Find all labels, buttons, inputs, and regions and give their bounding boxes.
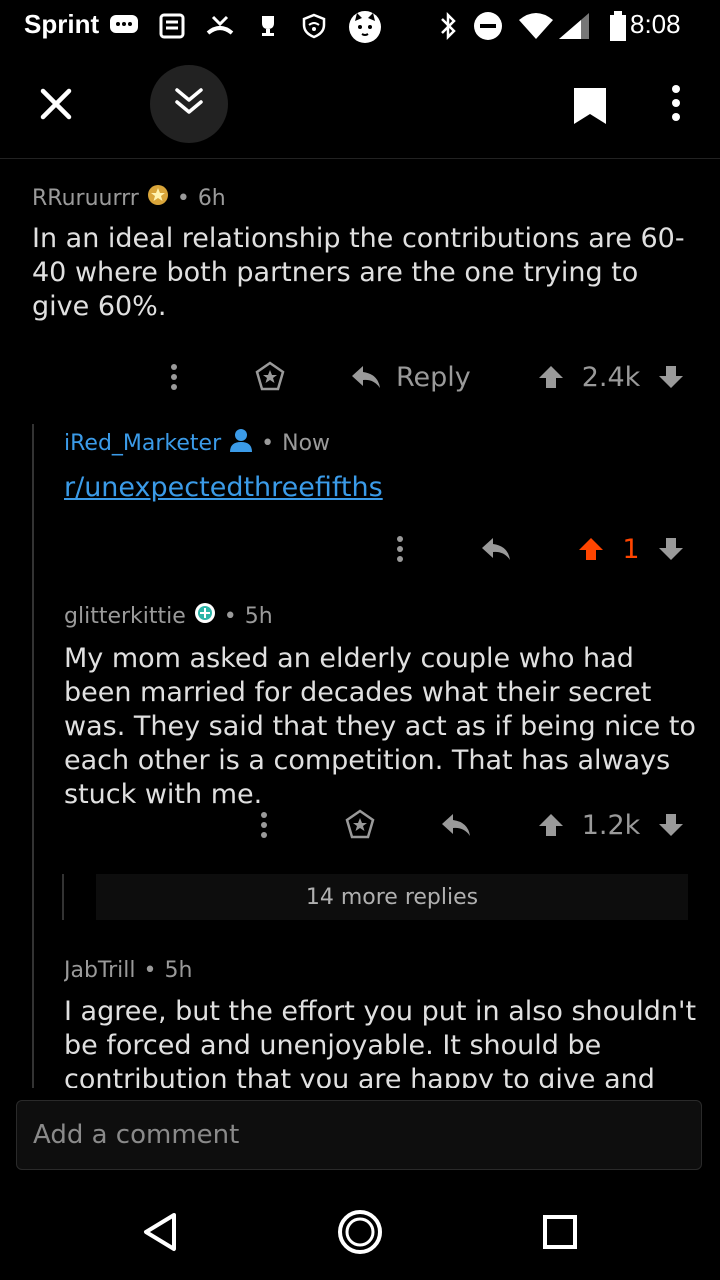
comment-author[interactable]: glitterkittie <box>64 604 186 629</box>
cat-app-icon <box>346 6 384 46</box>
comment-age: Now <box>282 430 331 456</box>
subreddit-link[interactable]: r/unexpectedthreefifths <box>64 472 383 503</box>
comment-body: In an ideal relationship the contributio… <box>32 223 685 322</box>
add-comment-input[interactable]: Add a comment <box>16 1100 702 1170</box>
comment-body: I agree, but the effort you put in also … <box>64 996 697 1088</box>
more-actions-icon[interactable] <box>160 352 188 402</box>
thread-line <box>62 874 64 920</box>
wifi-icon <box>516 10 556 42</box>
downvote-icon[interactable] <box>656 800 686 850</box>
top-bar <box>0 52 720 159</box>
double-chevron-down-icon <box>173 86 205 122</box>
vote-score: 2.4k <box>581 361 641 393</box>
more-actions-icon[interactable] <box>250 800 278 850</box>
do-not-disturb-icon <box>472 10 504 42</box>
comment-meta: RRuruurrr • 6h <box>32 184 702 212</box>
battery-icon <box>606 10 630 42</box>
more-options-icon[interactable] <box>664 84 688 124</box>
reply-icon <box>352 366 380 388</box>
downvote-icon[interactable] <box>656 352 686 402</box>
trophy-icon <box>252 10 284 42</box>
close-icon[interactable] <box>34 82 78 126</box>
upvote-icon[interactable] <box>536 800 566 850</box>
comment-meta: iRed_Marketer • Now <box>64 428 704 458</box>
status-bar: Sprint 8:08 <box>0 0 720 52</box>
comment-author[interactable]: iRed_Marketer <box>64 431 221 456</box>
system-nav-bar <box>0 1190 720 1280</box>
award-button-icon[interactable] <box>250 352 290 402</box>
cell-signal-icon <box>556 10 592 42</box>
bluetooth-icon <box>432 10 464 42</box>
meta-separator: • <box>261 430 275 456</box>
comment-meta: JabTrill • 5h <box>64 958 704 983</box>
comment: RRuruurrr • 6h In an ideal relationship … <box>32 184 702 324</box>
award-button-icon[interactable] <box>340 800 380 850</box>
reply-icon[interactable] <box>478 524 514 574</box>
recents-icon[interactable] <box>530 1202 590 1262</box>
meta-separator: • <box>143 958 157 983</box>
collapse-threads-button[interactable] <box>150 65 228 143</box>
back-icon[interactable] <box>130 1202 190 1262</box>
award-icon <box>194 602 216 630</box>
reply-button[interactable]: Reply <box>350 352 480 402</box>
comment-body: My mom asked an elderly couple who had b… <box>64 643 696 810</box>
add-comment-placeholder: Add a comment <box>33 1120 240 1150</box>
comment-author[interactable]: RRuruurrr <box>32 186 139 211</box>
user-icon <box>229 428 253 458</box>
meta-separator: • <box>176 185 190 211</box>
shield-wifi-icon <box>298 10 330 42</box>
upvote-icon[interactable] <box>576 524 606 574</box>
comment: glitterkittie • 5h My mom asked an elder… <box>64 602 704 812</box>
reply-label: Reply <box>396 361 471 393</box>
meta-separator: • <box>223 603 237 629</box>
home-icon[interactable] <box>330 1202 390 1262</box>
clock: 8:08 <box>630 9 681 39</box>
comment: JabTrill • 5h I agree, but the effort yo… <box>64 958 704 1088</box>
more-actions-icon[interactable] <box>386 524 414 574</box>
missed-call-icon <box>204 10 236 42</box>
bookmark-icon[interactable] <box>572 86 608 126</box>
vote-score: 1.2k <box>581 809 641 841</box>
comment-meta: glitterkittie • 5h <box>64 602 704 630</box>
reply-icon[interactable] <box>438 800 474 850</box>
message-icon <box>156 10 188 42</box>
comment-actions: Reply 2.4k <box>0 352 720 402</box>
vote-score: 1 <box>622 533 640 565</box>
comment-author[interactable]: JabTrill <box>64 958 136 983</box>
chat-icon <box>108 10 140 42</box>
upvote-icon[interactable] <box>536 352 566 402</box>
comment-age: 6h <box>197 185 226 211</box>
comment: iRed_Marketer • Now r/unexpectedthreefif… <box>64 428 704 503</box>
comment-actions: 1.2k <box>0 800 720 850</box>
carrier-label: Sprint <box>24 9 100 39</box>
award-icon <box>147 184 169 212</box>
comment-age: 5h <box>244 603 273 629</box>
comment-age: 5h <box>164 958 193 983</box>
more-replies-button[interactable]: 14 more replies <box>96 874 688 920</box>
downvote-icon[interactable] <box>656 524 686 574</box>
comment-actions: 1 <box>0 524 720 574</box>
